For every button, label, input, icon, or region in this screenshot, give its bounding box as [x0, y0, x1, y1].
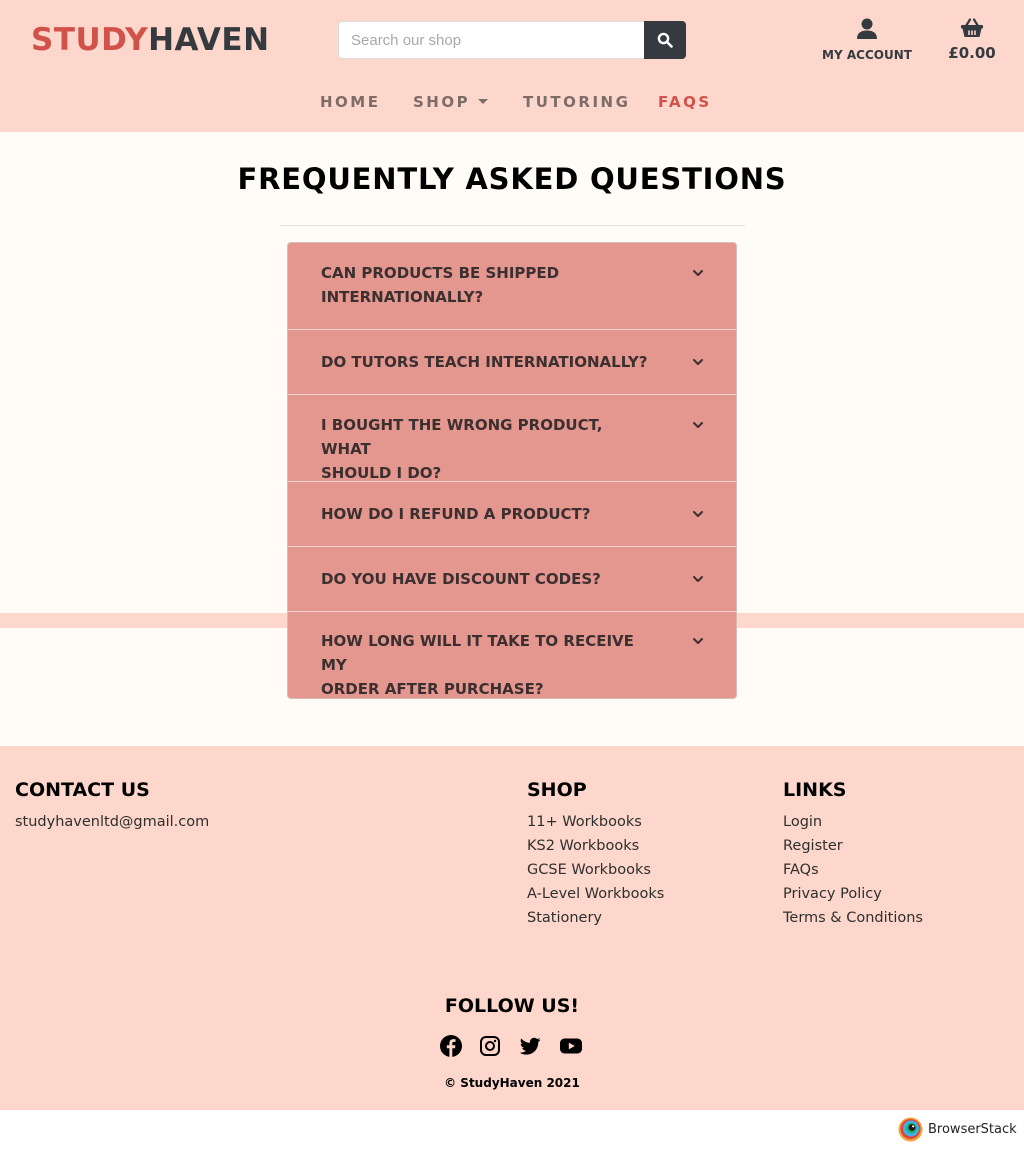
- footer-link-faqs[interactable]: FAQs: [783, 862, 819, 878]
- nav-home[interactable]: HOME: [320, 93, 380, 111]
- browserstack-logo-icon: [898, 1117, 923, 1142]
- footer-link-terms[interactable]: Terms & Conditions: [783, 910, 923, 926]
- faq-item[interactable]: I BOUGHT THE WRONG PRODUCT, WHAT SHOULD I…: [288, 395, 736, 482]
- nav-shop-label: SHOP: [413, 93, 471, 111]
- chevron-down-icon: [693, 359, 703, 365]
- faq-question: HOW DO I REFUND A PRODUCT?: [321, 505, 591, 523]
- footer-link-alevel[interactable]: A-Level Workbooks: [527, 886, 664, 902]
- footer-link-ks2[interactable]: KS2 Workbooks: [527, 838, 639, 854]
- basket-icon: [961, 18, 983, 37]
- chevron-down-icon: [693, 638, 703, 644]
- faq-question: CAN PRODUCTS BE SHIPPED INTERNATIONALLY?: [321, 264, 560, 306]
- facebook-link[interactable]: [439, 1034, 463, 1058]
- footer-link-11plus[interactable]: 11+ Workbooks: [527, 814, 642, 830]
- shopping-bag-link[interactable]: £0.00: [942, 18, 1002, 62]
- links-heading: LINKS: [783, 779, 847, 801]
- brand-part-haven: HAVEN: [148, 22, 270, 58]
- footer-link-login[interactable]: Login: [783, 814, 822, 830]
- search-icon: [657, 32, 673, 48]
- faq-item[interactable]: DO TUTORS TEACH INTERNATIONALLY?: [288, 330, 736, 395]
- my-account-link[interactable]: MY ACCOUNT: [822, 18, 912, 62]
- footer-link-gcse[interactable]: GCSE Workbooks: [527, 862, 651, 878]
- contact-email-link[interactable]: studyhavenltd@gmail.com: [15, 814, 209, 830]
- youtube-icon: [560, 1038, 582, 1054]
- bag-total: £0.00: [948, 44, 996, 62]
- contact-heading: CONTACT US: [15, 779, 150, 801]
- browserstack-label: BrowserStack: [928, 1122, 1017, 1137]
- footer-link-stationery[interactable]: Stationery: [527, 910, 602, 926]
- my-account-label: MY ACCOUNT: [822, 48, 912, 62]
- page-title: FREQUENTLY ASKED QUESTIONS: [237, 162, 787, 196]
- instagram-icon: [480, 1036, 500, 1056]
- footer-link-register[interactable]: Register: [783, 838, 843, 854]
- chevron-down-icon: [693, 576, 703, 582]
- faq-item[interactable]: HOW DO I REFUND A PRODUCT?: [288, 482, 736, 547]
- twitter-icon: [519, 1037, 541, 1055]
- faq-question: I BOUGHT THE WRONG PRODUCT, WHAT SHOULD I…: [321, 416, 603, 482]
- copyright: © StudyHaven 2021: [444, 1076, 580, 1090]
- chevron-down-icon: [693, 511, 703, 517]
- faq-item[interactable]: DO YOU HAVE DISCOUNT CODES?: [288, 547, 736, 612]
- caret-down-icon: [478, 98, 489, 104]
- faq-question: HOW LONG WILL IT TAKE TO RECEIVE MY ORDER…: [321, 632, 634, 698]
- faq-question: DO YOU HAVE DISCOUNT CODES?: [321, 570, 601, 588]
- site-footer: CONTACT US studyhavenltd@gmail.com SHOP …: [0, 746, 1024, 1110]
- search-input[interactable]: [338, 21, 644, 59]
- user-icon: [857, 18, 877, 39]
- search-form: [338, 21, 686, 59]
- brand-logo[interactable]: STUDYHAVEN: [31, 22, 270, 58]
- search-button[interactable]: [644, 21, 686, 59]
- faq-accordion: CAN PRODUCTS BE SHIPPED INTERNATIONALLY? …: [287, 242, 737, 699]
- title-divider: [280, 225, 745, 226]
- facebook-icon: [440, 1035, 462, 1057]
- shop-heading: SHOP: [527, 779, 587, 801]
- site-header: STUDYHAVEN MY ACCOUNT £0.00 HOME: [0, 0, 1024, 132]
- faq-item[interactable]: CAN PRODUCTS BE SHIPPED INTERNATIONALLY?: [288, 243, 736, 330]
- youtube-link[interactable]: [559, 1034, 583, 1058]
- faq-question: DO TUTORS TEACH INTERNATIONALLY?: [321, 353, 648, 371]
- instagram-link[interactable]: [478, 1034, 502, 1058]
- brand-part-study: STUDY: [31, 22, 149, 58]
- main-nav: HOME SHOP TUTORING FAQS: [0, 93, 1024, 115]
- follow-heading: FOLLOW US!: [444, 995, 580, 1017]
- chevron-down-icon: [693, 422, 703, 428]
- chevron-down-icon: [693, 270, 703, 276]
- footer-link-privacy[interactable]: Privacy Policy: [783, 886, 882, 902]
- nav-faqs[interactable]: FAQS: [658, 93, 712, 111]
- browserstack-badge: BrowserStack: [898, 1117, 1017, 1142]
- nav-tutoring[interactable]: TUTORING: [523, 93, 630, 111]
- faq-item[interactable]: HOW LONG WILL IT TAKE TO RECEIVE MY ORDER…: [288, 612, 736, 698]
- twitter-link[interactable]: [518, 1034, 542, 1058]
- main-content: FREQUENTLY ASKED QUESTIONS CAN PRODUCTS …: [0, 132, 1024, 746]
- nav-shop-dropdown[interactable]: SHOP: [413, 93, 489, 111]
